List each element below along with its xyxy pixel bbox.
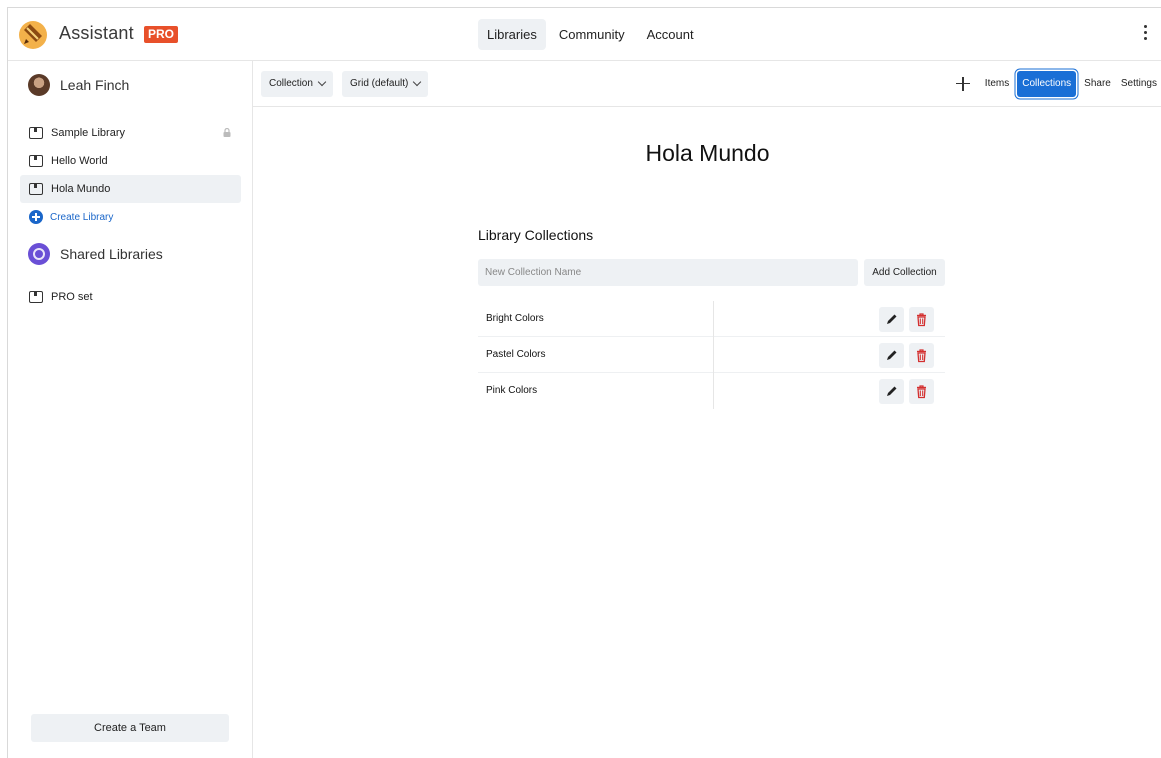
- page-title: Hola Mundo: [645, 140, 770, 166]
- nav-community[interactable]: Community: [550, 19, 634, 50]
- library-icon: [29, 183, 43, 195]
- user-profile[interactable]: Leah Finch: [28, 74, 129, 96]
- pro-badge: PRO: [144, 26, 179, 43]
- collection-name: Bright Colors: [486, 313, 544, 324]
- tab-items[interactable]: Items: [980, 71, 1014, 97]
- sidebar-item-pro-set[interactable]: PRO set: [20, 283, 241, 311]
- pencil-icon: [887, 350, 897, 360]
- sidebar-item-label: Sample Library: [51, 127, 125, 139]
- column-divider: [713, 373, 714, 409]
- logo-icon: [19, 21, 47, 49]
- chevron-down-icon: [413, 77, 422, 87]
- chevron-down-icon: [317, 77, 327, 87]
- nav-account[interactable]: Account: [638, 19, 703, 50]
- library-icon: [29, 155, 43, 167]
- trash-icon: [917, 349, 926, 363]
- delete-button[interactable]: [909, 379, 934, 404]
- pencil-icon: [887, 314, 897, 324]
- new-collection-input[interactable]: [478, 259, 858, 286]
- sidebar-item-label: Hola Mundo: [51, 183, 111, 195]
- top-bar: Assistant PRO Libraries Community Accoun…: [8, 8, 1161, 61]
- avatar: [28, 74, 50, 96]
- view-select[interactable]: Collection: [261, 71, 333, 97]
- shared-libraries-header: Shared Libraries: [28, 243, 163, 265]
- pencil-icon: [887, 386, 897, 396]
- collection-name: Pastel Colors: [486, 349, 546, 360]
- tab-settings[interactable]: Settings: [1116, 71, 1161, 97]
- more-menu-icon[interactable]: [1140, 22, 1150, 46]
- app-name: Assistant: [59, 23, 134, 43]
- edit-button[interactable]: [879, 307, 904, 332]
- lock-icon: [223, 128, 231, 137]
- table-row: Pink Colors: [478, 373, 945, 409]
- plus-circle-icon: [29, 210, 43, 224]
- view-select-value: Collection: [269, 78, 313, 89]
- library-list: Sample Library Hello World Hola Mundo Cr…: [20, 119, 241, 231]
- tab-share[interactable]: Share: [1079, 71, 1116, 97]
- trash-icon: [917, 385, 926, 399]
- sidebar-item-hola-mundo[interactable]: Hola Mundo: [20, 175, 241, 203]
- trash-icon: [917, 313, 926, 327]
- collections-table: Bright Colors Pastel Colors Pink Colors: [478, 301, 945, 409]
- sidebar: Leah Finch Sample Library Hello World Ho…: [8, 61, 253, 758]
- shared-libraries-title: Shared Libraries: [60, 246, 163, 262]
- create-team-button[interactable]: Create a Team: [31, 714, 229, 742]
- library-icon: [29, 291, 43, 303]
- toolbar: Collection Grid (default) Items Collecti…: [253, 61, 1161, 107]
- main-nav: Libraries Community Account: [478, 19, 703, 50]
- create-library-button[interactable]: Create Library: [20, 203, 241, 231]
- library-icon: [29, 127, 43, 139]
- add-collection-button[interactable]: Add Collection: [864, 259, 945, 286]
- layout-select[interactable]: Grid (default): [342, 71, 429, 97]
- tab-collections[interactable]: Collections: [1017, 71, 1077, 97]
- toolbar-actions: Items Collections Share Settings: [950, 71, 1161, 97]
- sidebar-item-label: Hello World: [51, 155, 108, 167]
- edit-button[interactable]: [879, 343, 904, 368]
- section-title: Library Collections: [478, 227, 594, 243]
- collection-name: Pink Colors: [486, 385, 538, 396]
- table-row: Pastel Colors: [478, 337, 945, 373]
- edit-button[interactable]: [879, 379, 904, 404]
- column-divider: [713, 301, 714, 337]
- delete-button[interactable]: [909, 343, 934, 368]
- user-name: Leah Finch: [60, 77, 130, 93]
- delete-button[interactable]: [909, 307, 934, 332]
- sidebar-item-sample-library[interactable]: Sample Library: [20, 119, 241, 147]
- sidebar-item-label: PRO set: [51, 291, 93, 303]
- nav-libraries[interactable]: Libraries: [478, 19, 546, 50]
- shared-libraries-icon: [28, 243, 50, 265]
- column-divider: [713, 337, 714, 373]
- sidebar-item-hello-world[interactable]: Hello World: [20, 147, 241, 175]
- shared-library-list: PRO set: [20, 283, 241, 311]
- create-library-label: Create Library: [50, 211, 114, 223]
- add-icon[interactable]: [950, 71, 976, 97]
- layout-select-value: Grid (default): [350, 78, 409, 89]
- app-window: Assistant PRO Libraries Community Accoun…: [7, 7, 1161, 758]
- table-row: Bright Colors: [478, 301, 945, 337]
